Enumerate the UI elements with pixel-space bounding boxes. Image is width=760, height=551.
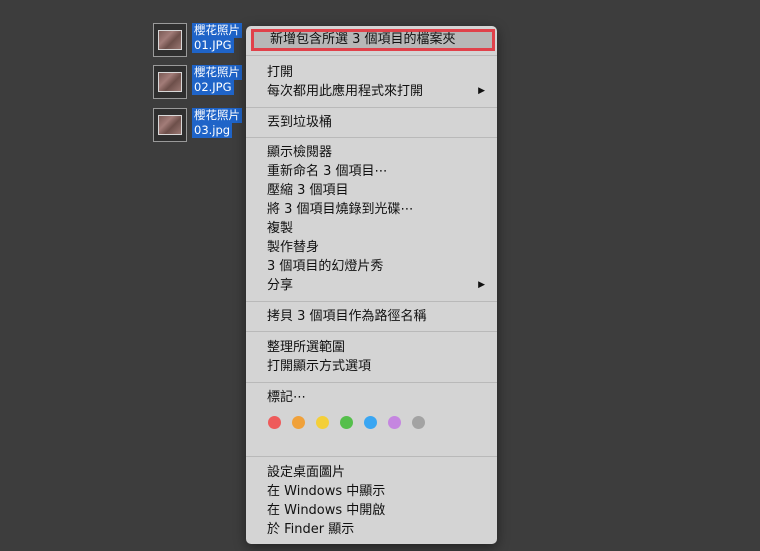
tag-green-dot[interactable]: [340, 416, 353, 429]
menu-item-label: 分享: [267, 278, 294, 293]
menu-item-open[interactable]: 打開: [267, 63, 489, 82]
photo-icon: [158, 115, 182, 135]
photo-icon: [158, 30, 182, 50]
file-name: 櫻花照片 03.jpg: [192, 108, 252, 138]
menu-item-show-in-finder[interactable]: 於 Finder 顯示: [267, 520, 489, 539]
tag-gray-dot[interactable]: [412, 416, 425, 429]
menu-separator: [246, 55, 497, 56]
file-icon-3[interactable]: 櫻花照片 03.jpg: [153, 108, 253, 144]
tag-orange-dot[interactable]: [292, 416, 305, 429]
file-icon-1[interactable]: 櫻花照片 01.JPG: [153, 23, 253, 59]
menu-item-burn[interactable]: 將 3 個項目燒錄到光碟⋯: [267, 200, 489, 219]
file-icon-2[interactable]: 櫻花照片 02.JPG: [153, 65, 253, 101]
menu-item-tags[interactable]: 標記⋯: [267, 388, 489, 407]
tag-purple-dot[interactable]: [388, 416, 401, 429]
menu-item-new-folder-with-selection[interactable]: 新增包含所選 3 個項目的檔案夾: [251, 29, 495, 51]
menu-separator: [246, 107, 497, 108]
menu-item-show-in-windows[interactable]: 在 Windows 中顯示: [267, 482, 489, 501]
menu-item-compress[interactable]: 壓縮 3 個項目: [267, 181, 489, 200]
menu-item-move-to-trash[interactable]: 丟到垃圾桶: [267, 113, 489, 132]
submenu-arrow-icon: ▶: [478, 86, 485, 96]
menu-item-share[interactable]: 分享 ▶: [267, 276, 489, 295]
file-name: 櫻花照片 02.JPG: [192, 65, 252, 95]
file-name-line2: 01.JPG: [192, 38, 234, 53]
menu-item-duplicate[interactable]: 複製: [267, 219, 489, 238]
tag-red-dot[interactable]: [268, 416, 281, 429]
menu-item-show-inspector[interactable]: 顯示檢閱器: [267, 143, 489, 162]
file-name-line2: 03.jpg: [192, 123, 233, 138]
menu-item-rename[interactable]: 重新命名 3 個項目⋯: [267, 162, 489, 181]
menu-item-open-in-windows[interactable]: 在 Windows 中開啟: [267, 501, 489, 520]
menu-item-set-desktop-picture[interactable]: 設定桌面圖片: [267, 463, 489, 482]
menu-separator: [246, 331, 497, 332]
file-name-line1: 櫻花照片: [192, 23, 242, 38]
file-name-line1: 櫻花照片: [192, 108, 242, 123]
menu-item-always-open-with[interactable]: 每次都用此應用程式來打開 ▶: [267, 82, 489, 101]
file-name-line2: 02.JPG: [192, 80, 234, 95]
tag-blue-dot[interactable]: [364, 416, 377, 429]
menu-item-label: 每次都用此應用程式來打開: [267, 84, 424, 99]
tag-yellow-dot[interactable]: [316, 416, 329, 429]
menu-separator: [246, 137, 497, 138]
menu-item-copy-path[interactable]: 拷貝 3 個項目作為路徑名稱: [267, 307, 489, 326]
menu-item-view-options[interactable]: 打開顯示方式選項: [267, 357, 489, 376]
photo-thumbnail[interactable]: [153, 65, 187, 99]
menu-separator: [246, 382, 497, 383]
photo-thumbnail[interactable]: [153, 23, 187, 57]
file-name: 櫻花照片 01.JPG: [192, 23, 252, 53]
menu-separator: [246, 301, 497, 302]
photo-icon: [158, 72, 182, 92]
menu-item-slideshow[interactable]: 3 個項目的幻燈片秀: [267, 257, 489, 276]
menu-item-label: 新增包含所選 3 個項目的檔案夾: [270, 32, 456, 47]
menu-separator: [246, 456, 497, 457]
menu-item-clean-up[interactable]: 整理所選範圍: [267, 338, 489, 357]
submenu-arrow-icon: ▶: [478, 280, 485, 290]
menu-item-make-alias[interactable]: 製作替身: [267, 238, 489, 257]
file-name-line1: 櫻花照片: [192, 65, 242, 80]
photo-thumbnail[interactable]: [153, 108, 187, 142]
context-menu: 打開 每次都用此應用程式來打開 ▶ 丟到垃圾桶 顯示檢閱器 重新命名 3 個項目…: [246, 26, 497, 544]
